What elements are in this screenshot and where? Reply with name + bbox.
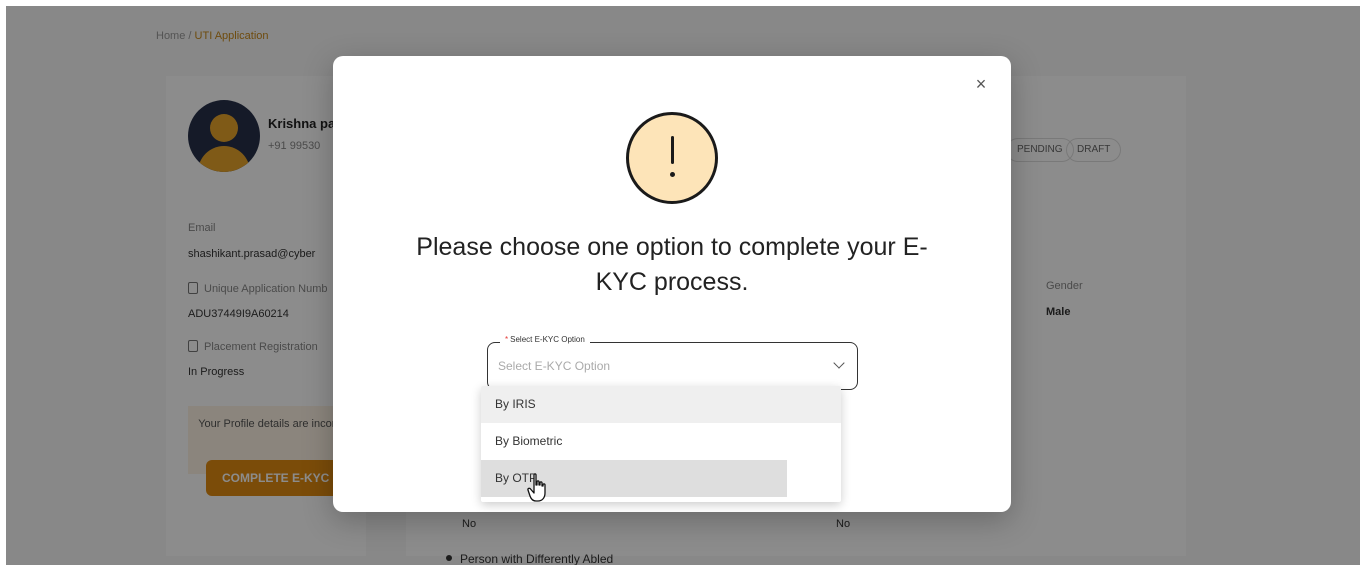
required-mark: * [505, 335, 509, 344]
ekyc-option-select[interactable]: * Select E-KYC Option Select E-KYC Option [487, 335, 858, 390]
exclamation-icon [626, 112, 718, 204]
select-label: * Select E-KYC Option [500, 335, 590, 344]
hand-cursor-icon [527, 473, 546, 502]
option-by-biometric[interactable]: By Biometric [481, 423, 841, 460]
option-by-iris[interactable]: By IRIS [481, 386, 841, 423]
chevron-down-icon[interactable] [833, 357, 845, 369]
close-icon[interactable]: × [969, 72, 993, 96]
ekyc-modal: × Please choose one option to complete y… [333, 56, 1011, 512]
select-placeholder: Select E-KYC Option [498, 359, 611, 373]
modal-title: Please choose one option to complete you… [416, 233, 928, 296]
